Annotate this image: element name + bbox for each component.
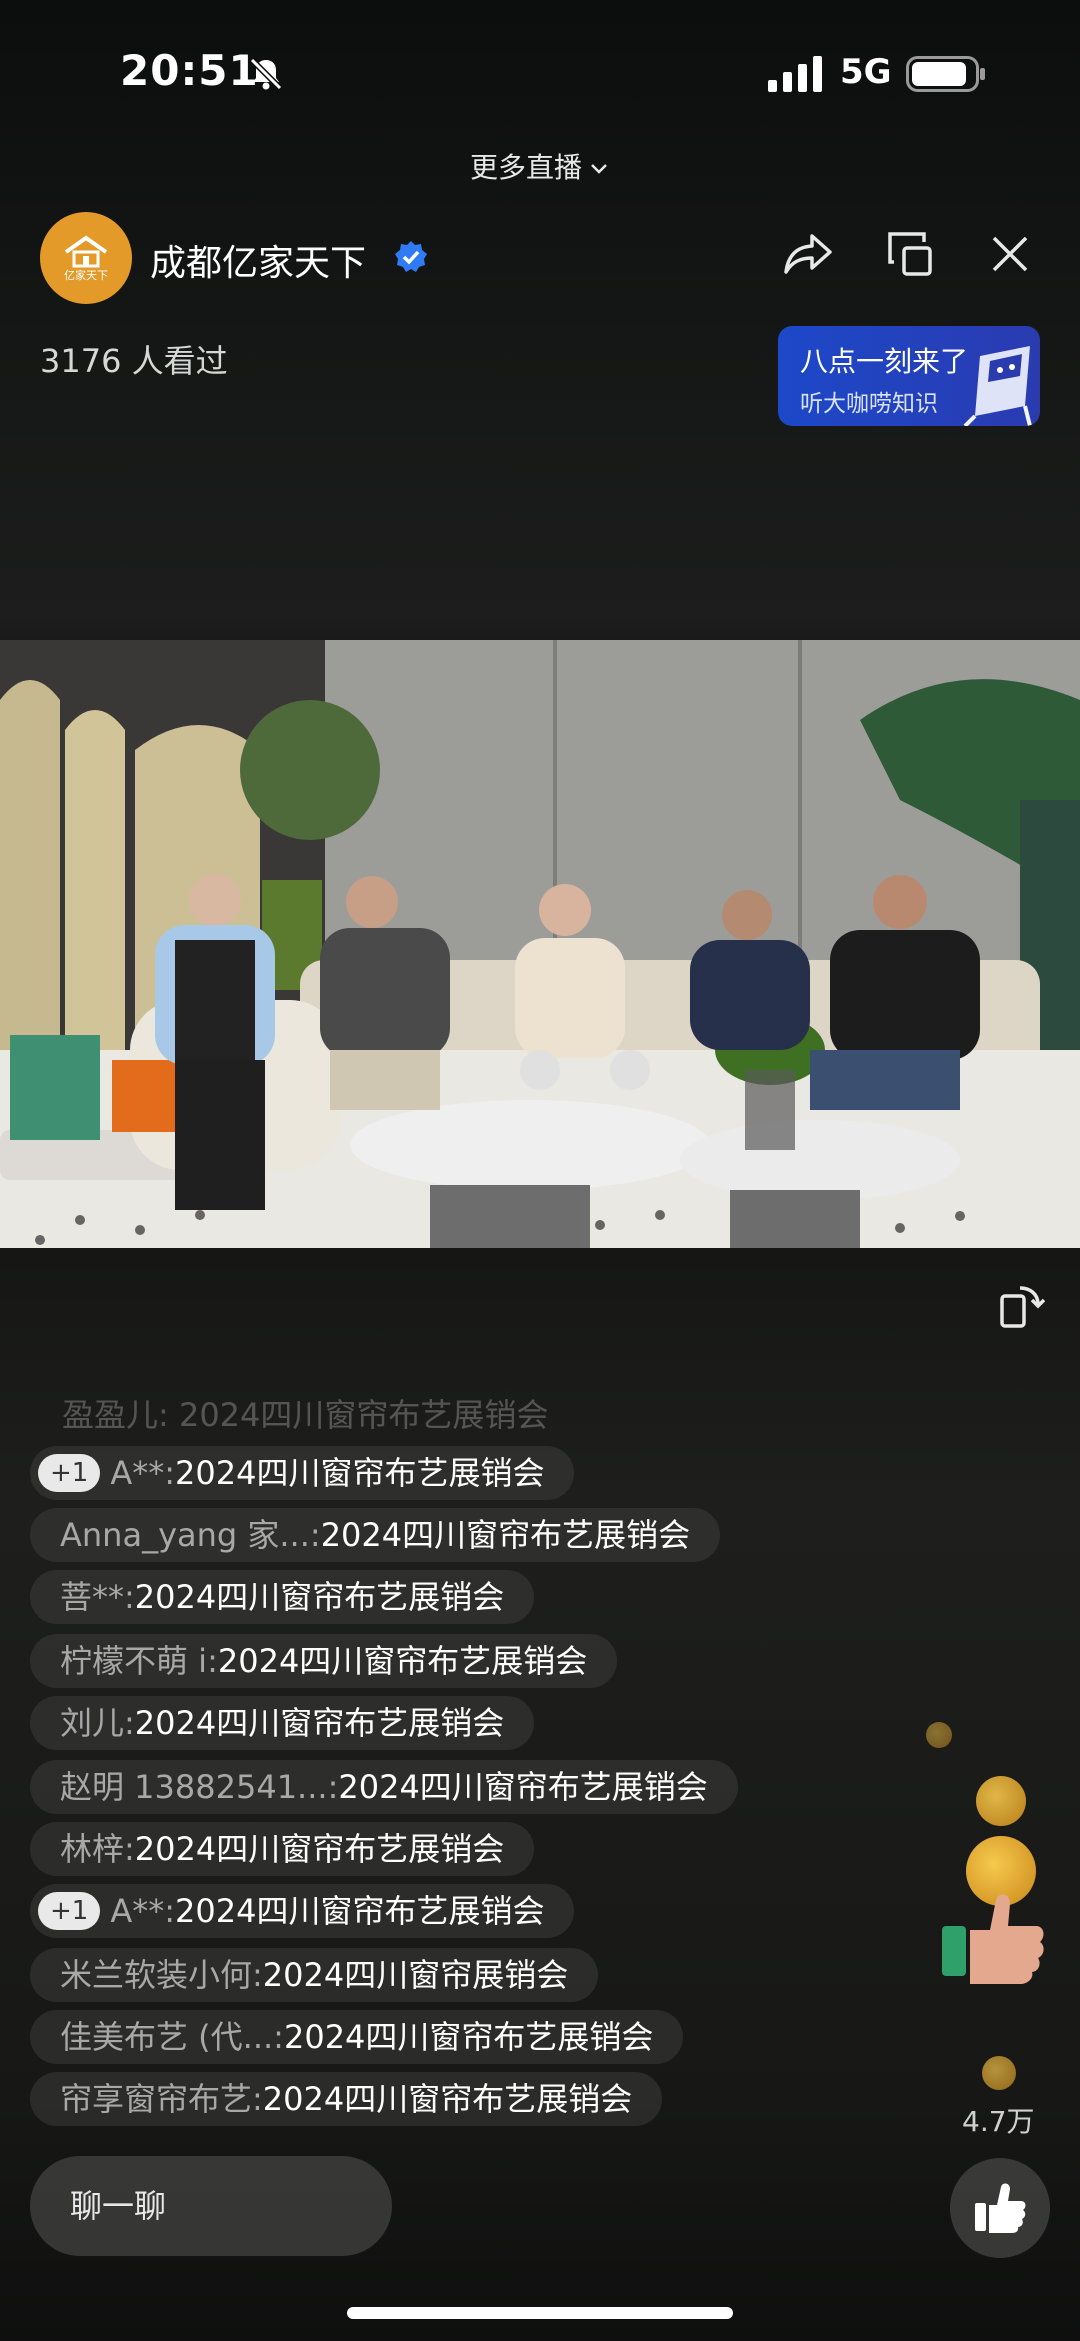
- comment-row[interactable]: 菩**:2024四川窗帘布艺展销会: [30, 1570, 535, 1624]
- comment-message: 2024四川窗帘布艺展销会: [262, 2080, 633, 2118]
- comment-message: 2024四川窗帘布艺展销会: [134, 1578, 505, 1616]
- host-name[interactable]: 成都亿家天下: [150, 234, 366, 286]
- live-video-scene: [0, 640, 1080, 1248]
- viewer-count: 3176 人看过: [40, 342, 228, 380]
- comment-row[interactable]: 林梓:2024四川窗帘布艺展销会: [30, 1822, 535, 1876]
- comment-row[interactable]: 刘儿:2024四川窗帘布艺展销会: [30, 1696, 535, 1750]
- battery-icon: [906, 56, 985, 92]
- comment-message: 2024四川窗帘布艺展销会: [320, 1516, 691, 1554]
- comment-message: 2024四川窗帘布艺展销会: [175, 1892, 545, 1930]
- comment-user[interactable]: 米兰软装小何:: [60, 1956, 263, 1994]
- more-live-toggle[interactable]: 更多直播: [0, 146, 1080, 186]
- mute-bell-icon: [249, 57, 283, 91]
- status-time: 20:51: [120, 46, 259, 95]
- live-video[interactable]: [0, 640, 1080, 1248]
- plus-one-badge: +1: [38, 1454, 101, 1492]
- promo-banner[interactable]: 八点一刻来了 听大咖唠知识: [778, 326, 1040, 426]
- comment-message: 2024四川窗帘布艺展销会: [175, 1454, 545, 1492]
- comment-user[interactable]: 刘儿:: [60, 1704, 135, 1742]
- signal-icon: [768, 56, 822, 92]
- status-bar: 20:51 5G: [0, 0, 1080, 150]
- comment-row[interactable]: +1 A**:2024四川窗帘布艺展销会: [30, 1884, 575, 1938]
- comment-user[interactable]: 柠檬不萌 i:: [60, 1642, 218, 1680]
- comment-row[interactable]: 佳美布艺 (代...:2024四川窗帘布艺展销会: [30, 2010, 684, 2064]
- promo-title: 八点一刻来了: [800, 345, 969, 378]
- share-icon[interactable]: [782, 228, 834, 280]
- floating-emoji: [976, 1776, 1026, 1826]
- avatar-logo-text: 亿家天下: [64, 269, 108, 282]
- thumbs-up-icon: [975, 2183, 1026, 2233]
- comment-message: 2024四川窗帘布艺展销会: [134, 1830, 505, 1868]
- floating-emoji: [926, 1722, 952, 1748]
- floating-emoji: [982, 2056, 1016, 2090]
- comment-row[interactable]: 帘享窗帘布艺:2024四川窗帘布艺展销会: [30, 2072, 663, 2126]
- comment-user[interactable]: A**:: [110, 1892, 175, 1930]
- thumbs-up-sticker-icon: [942, 1894, 1044, 1984]
- comment-user[interactable]: 赵明 13882541...:: [60, 1768, 338, 1806]
- like-count: 4.7万: [962, 2105, 1035, 2138]
- home-indicator: [347, 2307, 733, 2319]
- plus-one-badge: +1: [38, 1892, 101, 1930]
- comment-message: 2024四川窗帘布艺展销会: [217, 1642, 588, 1680]
- comment-row[interactable]: 柠檬不萌 i:2024四川窗帘布艺展销会: [30, 1634, 618, 1688]
- floating-window-icon[interactable]: [884, 228, 936, 280]
- comment-user[interactable]: 佳美布艺 (代...:: [60, 2018, 284, 2056]
- comment-faded: 盈盈儿: 2024四川窗帘布艺展销会: [62, 1396, 549, 1430]
- chat-input[interactable]: 聊一聊: [30, 2156, 392, 2256]
- comment-user[interactable]: 菩**:: [60, 1578, 135, 1616]
- comment-user[interactable]: 帘享窗帘布艺:: [60, 2080, 263, 2118]
- comment-user[interactable]: A**:: [110, 1454, 175, 1492]
- comment-message: 2024四川窗帘布艺展销会: [283, 2018, 654, 2056]
- comment-user[interactable]: 林梓:: [60, 1830, 135, 1868]
- host-avatar[interactable]: 亿家天下: [40, 212, 132, 304]
- more-live-label: 更多直播: [469, 151, 582, 184]
- promo-chair-illustration: [963, 346, 1032, 426]
- rotate-screen-icon[interactable]: [996, 1280, 1048, 1332]
- comment-row[interactable]: +1 A**:2024四川窗帘布艺展销会: [30, 1446, 575, 1500]
- verified-badge-icon: [395, 241, 427, 272]
- comment-user[interactable]: Anna_yang 家...:: [60, 1516, 321, 1554]
- comment-row[interactable]: 米兰软装小何:2024四川窗帘展销会: [30, 1948, 599, 2002]
- house-logo-icon: [64, 235, 108, 268]
- promo-subtitle: 听大咖唠知识: [800, 391, 938, 417]
- chevron-down-icon: [591, 164, 607, 174]
- like-button[interactable]: [950, 2158, 1050, 2258]
- comment-message: 2024四川窗帘展销会: [262, 1956, 569, 1994]
- network-type: 5G: [840, 52, 892, 92]
- close-icon[interactable]: [986, 230, 1034, 278]
- comment-message: 2024四川窗帘布艺展销会: [134, 1704, 505, 1742]
- comment-row[interactable]: Anna_yang 家...:2024四川窗帘布艺展销会: [30, 1508, 721, 1562]
- comment-message: 2024四川窗帘布艺展销会: [338, 1768, 708, 1806]
- comment-row[interactable]: 赵明 13882541...:2024四川窗帘布艺展销会: [30, 1760, 738, 1814]
